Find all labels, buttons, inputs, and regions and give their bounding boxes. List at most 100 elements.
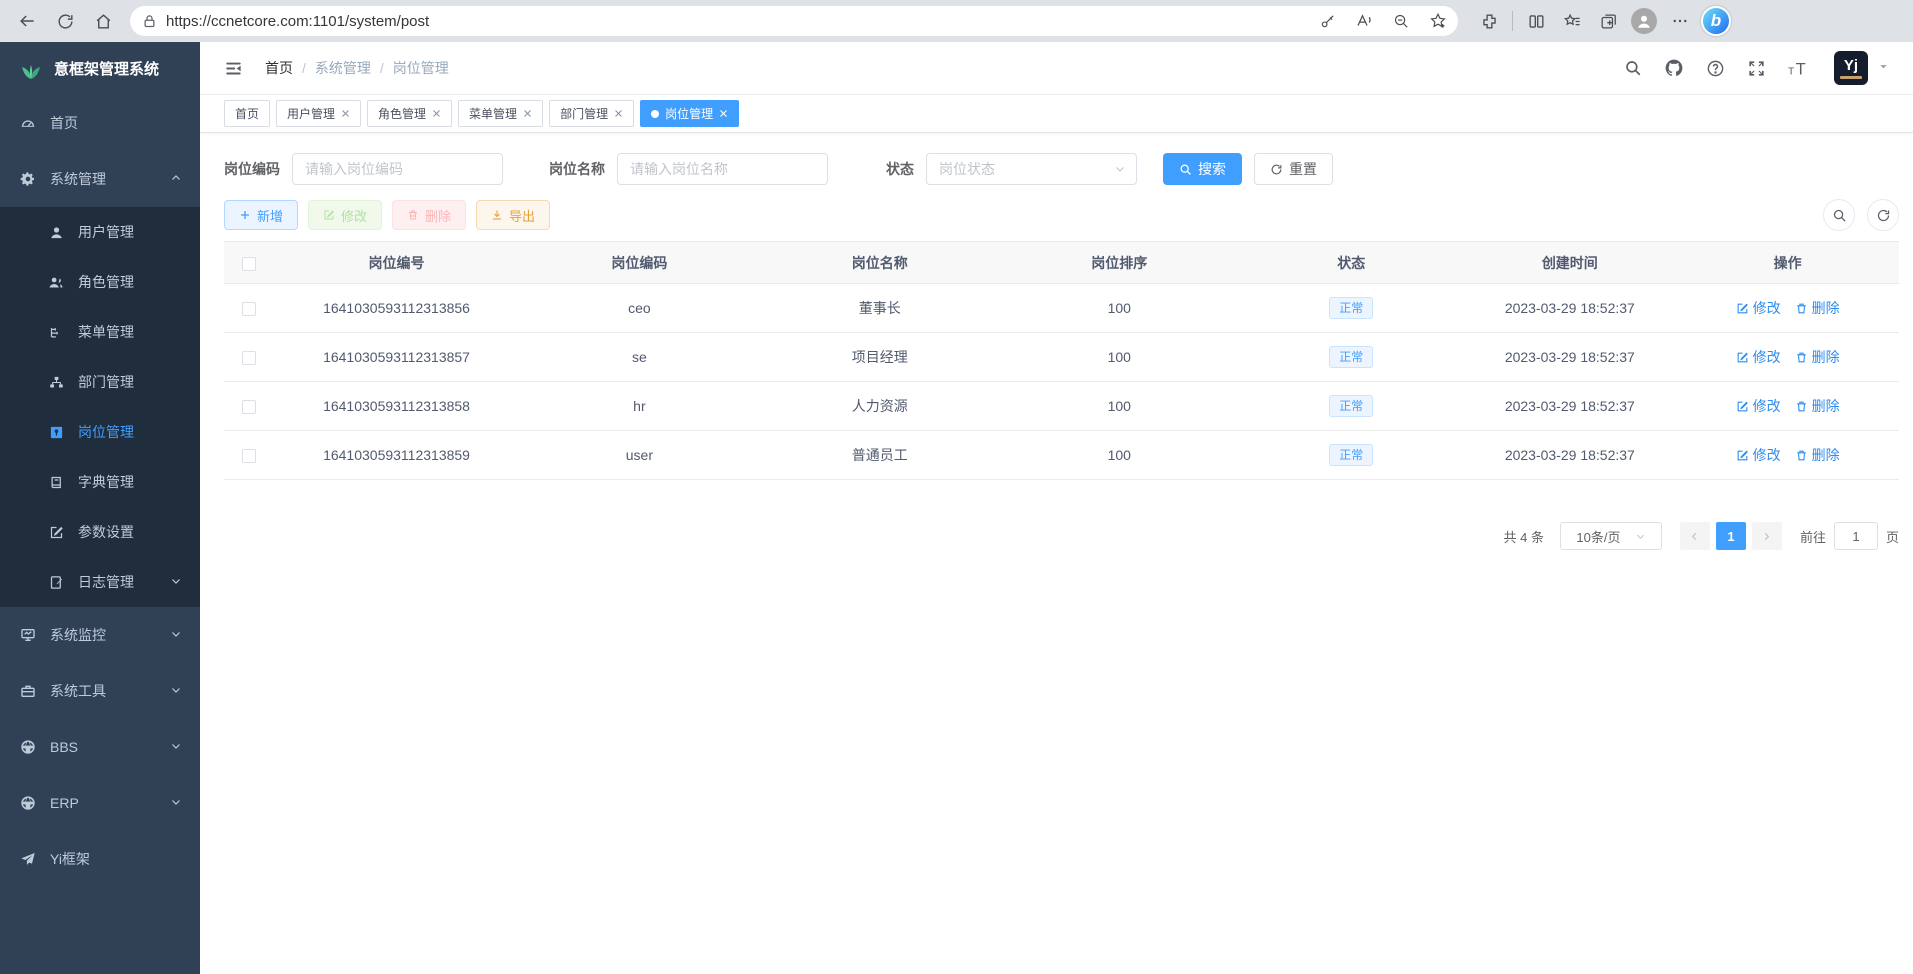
status-badge: 正常 (1329, 346, 1373, 368)
close-icon[interactable] (614, 109, 623, 118)
delete-button[interactable]: 删除 (392, 200, 466, 230)
export-button[interactable]: 导出 (476, 200, 550, 230)
sidebar-item-role-mgmt[interactable]: 角色管理 (0, 257, 200, 307)
row-edit-link[interactable]: 修改 (1736, 396, 1781, 416)
extensions-icon[interactable] (1472, 4, 1506, 38)
row-delete-link[interactable]: 删除 (1795, 298, 1840, 318)
zoom-out-icon[interactable] (1387, 7, 1415, 35)
close-icon[interactable] (341, 109, 350, 118)
font-size-icon[interactable]: TT (1788, 59, 1812, 78)
cell-post-name: 普通员工 (760, 431, 1000, 480)
edit-icon (1736, 449, 1749, 462)
collections-icon[interactable] (1591, 4, 1625, 38)
favorites-icon[interactable] (1555, 4, 1589, 38)
app-logo[interactable]: 意框架管理系统 (0, 42, 200, 95)
row-delete-link[interactable]: 删除 (1795, 347, 1840, 367)
tab-users[interactable]: 用户管理 (276, 100, 361, 127)
edit-button[interactable]: 修改 (308, 200, 382, 230)
row-checkbox[interactable] (242, 449, 256, 463)
cell-created: 2023-03-29 18:52:37 (1463, 382, 1676, 431)
fullscreen-icon[interactable] (1747, 59, 1766, 78)
close-icon[interactable] (432, 109, 441, 118)
chevron-down-icon (170, 795, 182, 811)
page-size-select[interactable]: 10条/页 (1560, 522, 1662, 550)
browser-profile-avatar[interactable] (1627, 4, 1661, 38)
sidebar-item-log-mgmt[interactable]: 日志管理 (0, 557, 200, 607)
browser-back-button[interactable] (10, 4, 44, 38)
search-button[interactable]: 搜索 (1163, 153, 1242, 185)
url-text[interactable]: https://ccnetcore.com:1101/system/post (166, 13, 1304, 30)
post-name-input[interactable] (617, 153, 828, 185)
sidebar-item-bbs[interactable]: BBS (0, 719, 200, 775)
table-search-toggle-button[interactable] (1823, 199, 1855, 231)
tab-roles[interactable]: 角色管理 (367, 100, 452, 127)
address-bar[interactable]: https://ccnetcore.com:1101/system/post (130, 6, 1458, 36)
header-search-icon[interactable] (1624, 59, 1642, 77)
sidebar-collapse-icon[interactable] (224, 59, 243, 78)
cell-post-id: 1641030593112313856 (274, 284, 519, 333)
chevron-down-icon (170, 739, 182, 755)
chevron-down-icon (1114, 163, 1126, 175)
sidebar-item-dict-mgmt[interactable]: 字典管理 (0, 457, 200, 507)
status-badge: 正常 (1329, 297, 1373, 319)
row-delete-link[interactable]: 删除 (1795, 445, 1840, 465)
monitor-icon (20, 627, 36, 643)
sidebar-item-user-mgmt[interactable]: 用户管理 (0, 207, 200, 257)
github-icon[interactable] (1664, 58, 1684, 78)
row-edit-link[interactable]: 修改 (1736, 445, 1781, 465)
browser-home-button[interactable] (86, 4, 120, 38)
help-icon[interactable] (1706, 59, 1725, 78)
reset-button[interactable]: 重置 (1254, 153, 1333, 185)
tab-posts[interactable]: 岗位管理 (640, 100, 739, 127)
sidebar-item-erp[interactable]: ERP (0, 775, 200, 831)
breadcrumb-home[interactable]: 首页 (265, 58, 293, 78)
post-code-input[interactable] (292, 153, 503, 185)
chevron-up-icon (170, 171, 182, 187)
user-avatar[interactable]: Yj (1834, 51, 1868, 85)
browser-refresh-button[interactable] (48, 4, 82, 38)
toolbox-icon (20, 683, 36, 699)
tab-menus[interactable]: 菜单管理 (458, 100, 543, 127)
close-icon[interactable] (719, 109, 728, 118)
row-checkbox[interactable] (242, 302, 256, 316)
sidebar-item-home[interactable]: 首页 (0, 95, 200, 151)
sidebar-item-yi-framework[interactable]: Yi框架 (0, 831, 200, 887)
table-refresh-button[interactable] (1867, 199, 1899, 231)
row-edit-link[interactable]: 修改 (1736, 298, 1781, 318)
tab-depts[interactable]: 部门管理 (549, 100, 634, 127)
sidebar-item-post-mgmt[interactable]: 岗位管理 (0, 407, 200, 457)
search-icon (1179, 163, 1192, 176)
tab-home[interactable]: 首页 (224, 100, 270, 127)
close-icon[interactable] (523, 109, 532, 118)
refresh-icon (1270, 163, 1283, 176)
next-page-button[interactable] (1752, 522, 1782, 550)
avatar-caret-icon[interactable] (1878, 59, 1889, 77)
sidebar-item-dept-mgmt[interactable]: 部门管理 (0, 357, 200, 407)
col-post-id: 岗位编号 (274, 242, 519, 284)
split-screen-icon[interactable] (1519, 4, 1553, 38)
select-all-checkbox[interactable] (242, 257, 256, 271)
password-key-icon[interactable] (1313, 7, 1341, 35)
sidebar-item-menu-mgmt[interactable]: 菜单管理 (0, 307, 200, 357)
read-aloud-icon[interactable] (1350, 7, 1378, 35)
add-favorite-icon[interactable] (1424, 7, 1452, 35)
bing-copilot-icon[interactable]: b (1699, 4, 1733, 38)
row-edit-link[interactable]: 修改 (1736, 347, 1781, 367)
browser-menu-icon[interactable] (1663, 4, 1697, 38)
sidebar-item-param-settings[interactable]: 参数设置 (0, 507, 200, 557)
prev-page-button[interactable] (1680, 522, 1710, 550)
sidebar-item-system-monitor[interactable]: 系统监控 (0, 607, 200, 663)
sidebar-item-system-tools[interactable]: 系统工具 (0, 663, 200, 719)
sidebar-item-system-mgmt[interactable]: 系统管理 (0, 151, 200, 207)
row-checkbox[interactable] (242, 351, 256, 365)
sidebar-item-label: 首页 (50, 113, 78, 133)
bing-icon: b (1701, 6, 1731, 36)
status-select[interactable]: 岗位状态 (926, 153, 1137, 185)
row-delete-link[interactable]: 删除 (1795, 396, 1840, 416)
goto-page-input[interactable] (1834, 522, 1878, 550)
add-button[interactable]: 新增 (224, 200, 298, 230)
browser-actions: b (1472, 4, 1733, 38)
trash-icon (1795, 302, 1808, 315)
row-checkbox[interactable] (242, 400, 256, 414)
page-number-1[interactable]: 1 (1716, 522, 1746, 550)
